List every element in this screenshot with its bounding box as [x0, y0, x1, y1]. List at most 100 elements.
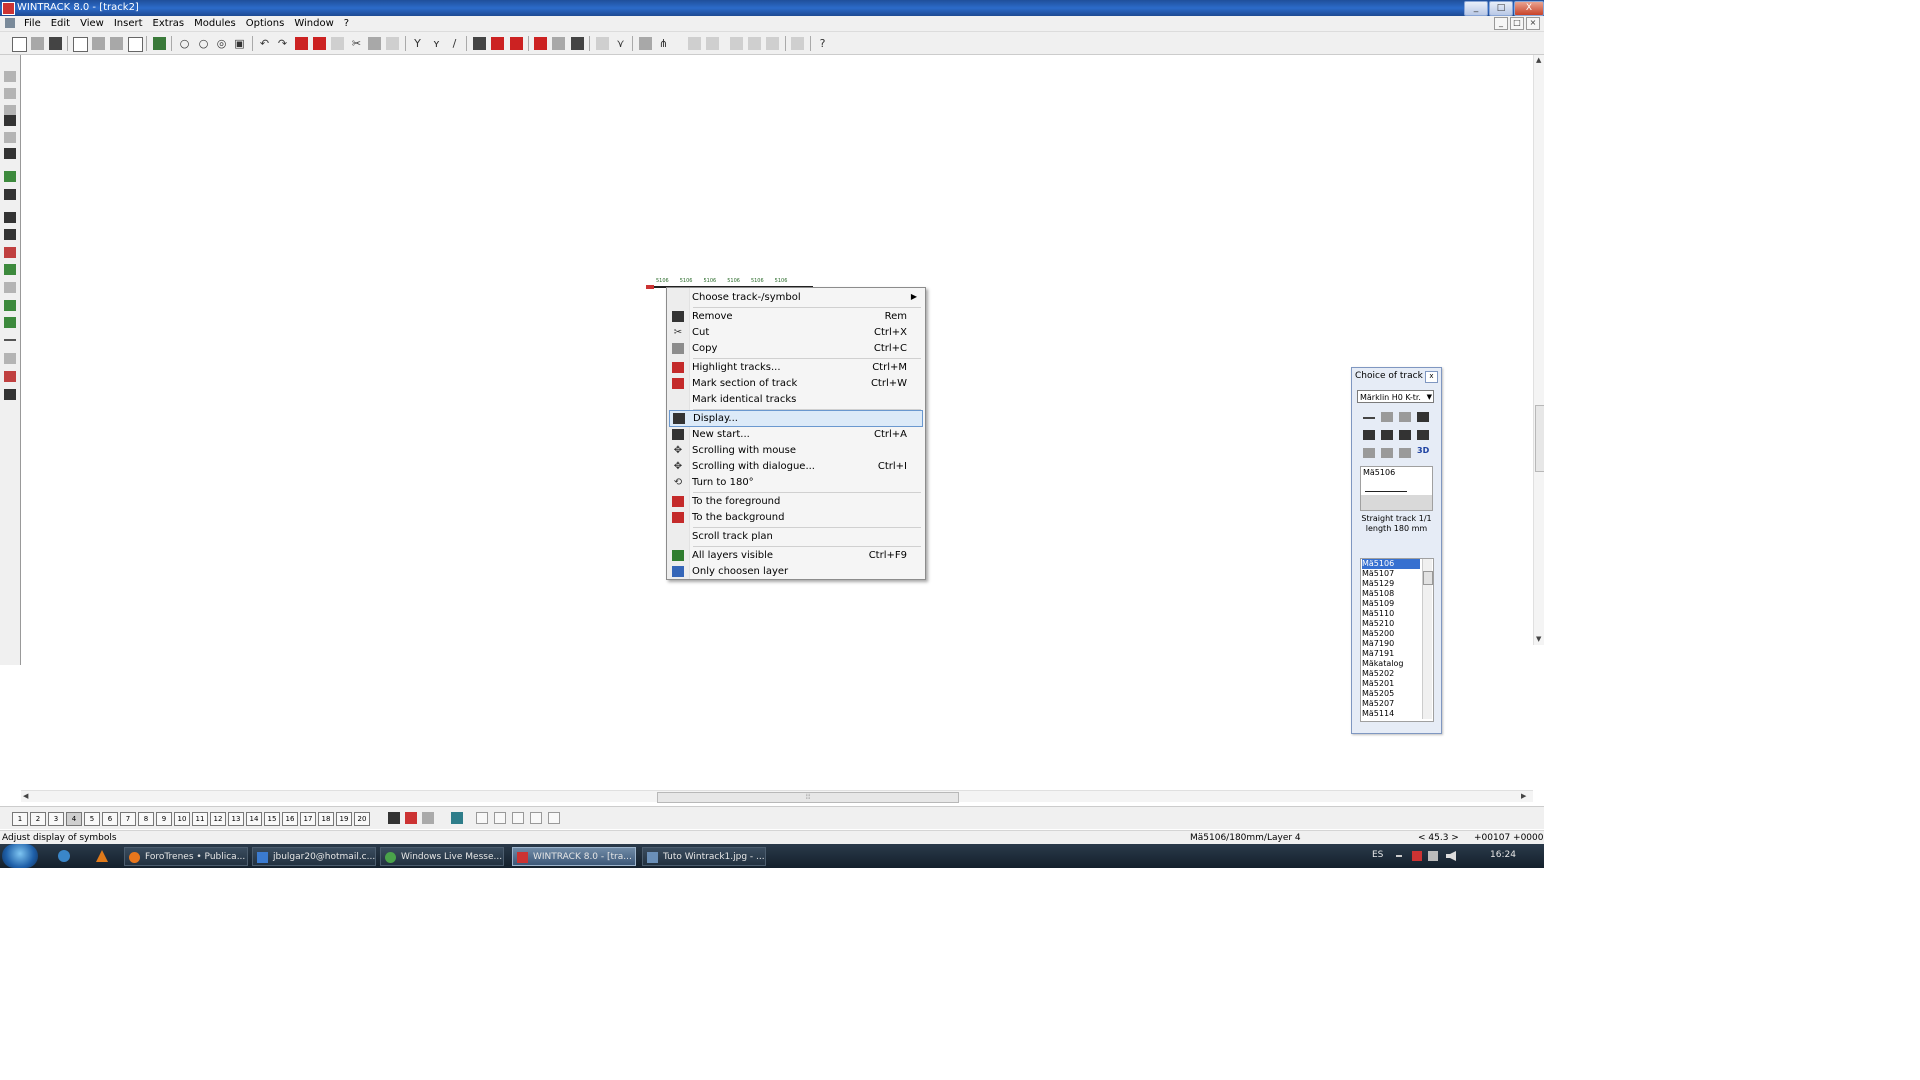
3d-view-icon[interactable]: 3D — [1417, 446, 1429, 456]
layer-display-icon[interactable] — [388, 812, 400, 824]
menu-item-background[interactable]: To the background — [669, 510, 921, 525]
clipboard-icon[interactable] — [331, 37, 344, 50]
close-button[interactable]: X — [1514, 1, 1544, 16]
parts-list-icon[interactable] — [313, 37, 326, 50]
bridge-tool-icon[interactable] — [4, 189, 16, 200]
list-item[interactable]: Mä5207 — [1362, 699, 1420, 709]
distribute-icon[interactable] — [730, 37, 743, 50]
volume-icon[interactable] — [1446, 851, 1456, 861]
turntable-icon[interactable] — [1417, 412, 1429, 422]
menu-item-foreground[interactable]: To the foreground — [669, 494, 921, 509]
landscape-tool-icon[interactable] — [4, 300, 16, 311]
menu-extras[interactable]: Extras — [153, 18, 185, 29]
maximize-button[interactable]: □ — [1489, 1, 1513, 16]
zoom-in-icon[interactable]: ○ — [197, 37, 210, 50]
track-list[interactable]: Mä5106 Mä5107 Mä5129 Mä5108 Mä5109 Mä511… — [1360, 558, 1434, 722]
layer-tab-7[interactable]: 7 — [120, 812, 136, 826]
menu-item-copy[interactable]: Copy Ctrl+C — [669, 341, 921, 356]
signal-icon[interactable]: ⋎ — [614, 37, 627, 50]
vlc-icon[interactable] — [96, 850, 108, 862]
menu-modules[interactable]: Modules — [194, 18, 236, 29]
tree-tool-icon[interactable] — [4, 264, 16, 275]
curve-track-icon[interactable] — [1381, 412, 1393, 422]
document-close-button[interactable]: × — [1526, 17, 1540, 30]
taskbar-item-forotrenes[interactable]: ForoTrenes • Publica... — [124, 847, 248, 866]
menu-item-mark-identical[interactable]: Mark identical tracks — [669, 392, 921, 407]
layer-tab-17[interactable]: 17 — [300, 812, 316, 826]
language-indicator[interactable]: ES — [1372, 850, 1383, 860]
highlight-red-icon[interactable] — [491, 37, 504, 50]
layer-color-icon[interactable] — [405, 812, 417, 824]
new-file-icon[interactable] — [12, 37, 27, 52]
document-minimize-button[interactable]: _ — [1494, 17, 1508, 30]
list-item[interactable]: Mä5109 — [1362, 599, 1420, 609]
align-icon[interactable] — [688, 37, 701, 50]
layer-tab-6[interactable]: 6 — [102, 812, 118, 826]
bumper-icon[interactable] — [1381, 430, 1393, 440]
distribute-3-icon[interactable] — [766, 37, 779, 50]
road-tool-icon[interactable] — [4, 282, 16, 293]
menu-item-remove[interactable]: Remove Rem — [669, 309, 921, 324]
terrain-tool-icon[interactable] — [4, 171, 16, 182]
menu-item-scroll-plan[interactable]: Scroll track plan — [669, 529, 921, 544]
curve-tool-icon[interactable] — [4, 115, 16, 126]
layer-tab-15[interactable]: 15 — [264, 812, 280, 826]
vertical-scroll-thumb[interactable] — [1535, 405, 1544, 472]
list-item[interactable]: Mä5200 — [1362, 629, 1420, 639]
upload-icon[interactable] — [1381, 448, 1393, 458]
taskbar-item-messenger[interactable]: Windows Live Messe... — [380, 847, 504, 866]
menu-item-highlight-tracks[interactable]: Highlight tracks... Ctrl+M — [669, 360, 921, 375]
list-item[interactable]: Mä5205 — [1362, 689, 1420, 699]
layer-option-2-icon[interactable] — [494, 812, 506, 824]
list-item[interactable]: Mä7191 — [1362, 649, 1420, 659]
print-icon[interactable] — [92, 37, 105, 50]
cut-icon[interactable]: ✂ — [350, 37, 363, 50]
straight-track-icon[interactable] — [1363, 417, 1375, 419]
text-tool-icon[interactable] — [4, 389, 16, 400]
layer-option-3-icon[interactable] — [512, 812, 524, 824]
rail-joiner-icon[interactable] — [1363, 430, 1375, 440]
list-item[interactable]: Mäkatalog — [1362, 659, 1420, 669]
list-item[interactable]: Mä5107 — [1362, 569, 1420, 579]
taskbar-item-wintrack[interactable]: WINTRACK 8.0 - [tra... — [512, 847, 636, 866]
crossing-icon[interactable] — [534, 37, 547, 50]
building-tool-icon[interactable] — [4, 247, 16, 258]
document-icon[interactable] — [5, 18, 15, 28]
tunnel-tool-icon[interactable] — [4, 212, 16, 223]
menu-file[interactable]: File — [24, 18, 41, 29]
frame-icon[interactable] — [1399, 430, 1411, 440]
list-item[interactable]: Mä5202 — [1362, 669, 1420, 679]
turnout-track-icon[interactable] — [1399, 412, 1411, 422]
layer-settings-icon[interactable] — [422, 812, 434, 824]
draw-line-icon[interactable]: / — [448, 37, 461, 50]
track-tool-1-icon[interactable] — [4, 71, 16, 82]
menu-edit[interactable]: Edit — [51, 18, 70, 29]
track-system-select[interactable]: Märklin H0 K-tr. ▼ — [1357, 390, 1434, 403]
help-icon[interactable]: ? — [816, 37, 829, 50]
horizontal-scrollbar[interactable]: ◀ ⦙⦙⦙ ▶ — [21, 790, 1533, 803]
menu-item-choose-track[interactable]: Choose track-/symbol ▶ — [669, 290, 921, 305]
taskbar-item-hotmail[interactable]: jbulgar20@hotmail.c... — [252, 847, 376, 866]
layer-tab-18[interactable]: 18 — [318, 812, 334, 826]
layer-tab-10[interactable]: 10 — [174, 812, 190, 826]
zoom-out-icon[interactable]: ○ — [178, 37, 191, 50]
menu-item-scroll-mouse[interactable]: ✥ Scrolling with mouse — [669, 443, 921, 458]
list-item[interactable]: Mä5114 — [1362, 709, 1420, 719]
branch-icon[interactable]: Y — [411, 37, 424, 50]
menu-view[interactable]: View — [80, 18, 104, 29]
layer-tab-12[interactable]: 12 — [210, 812, 226, 826]
layer-tab-8[interactable]: 8 — [138, 812, 154, 826]
layer-tab-4[interactable]: 4 — [66, 812, 82, 826]
menu-window[interactable]: Window — [294, 18, 333, 29]
scroll-left-icon[interactable]: ◀ — [23, 792, 28, 800]
layer-tab-20[interactable]: 20 — [354, 812, 370, 826]
track-tool-4-icon[interactable] — [4, 132, 16, 143]
scroll-right-icon[interactable]: ▶ — [1521, 792, 1526, 800]
line-tool-icon[interactable] — [4, 339, 16, 341]
scroll-down-icon[interactable]: ▼ — [1536, 635, 1541, 643]
track-list-icon[interactable] — [295, 37, 308, 50]
list-item[interactable]: Mä5106 — [1362, 559, 1420, 569]
crossing-tool-icon[interactable] — [4, 148, 16, 159]
redo-icon[interactable]: ↷ — [276, 37, 289, 50]
menu-item-only-layer[interactable]: Only choosen layer — [669, 564, 921, 579]
